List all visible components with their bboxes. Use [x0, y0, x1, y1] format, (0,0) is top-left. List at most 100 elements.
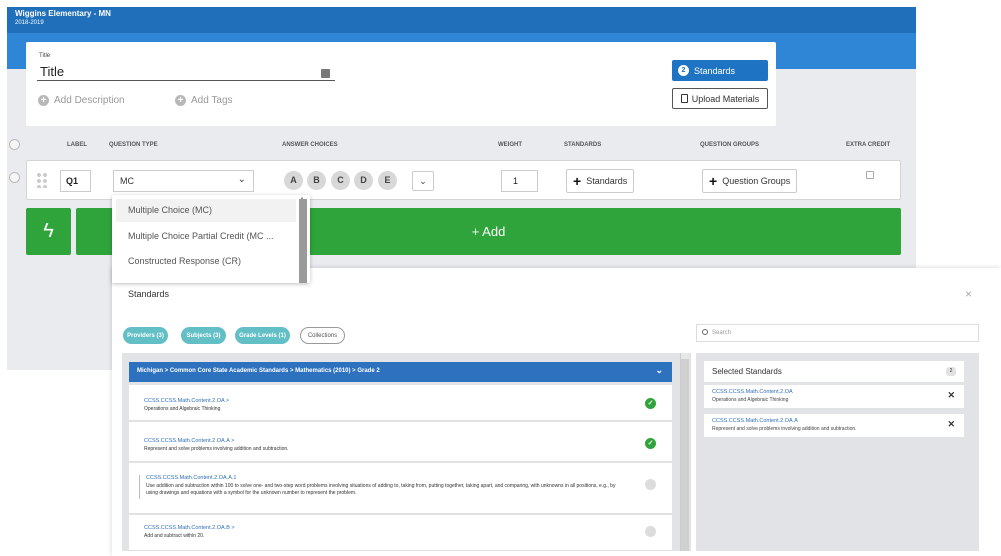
scrollbar-thumb[interactable]	[681, 359, 689, 551]
list-item[interactable]: CCSS.CCSS.Math.Content.2.OA.A > Represen…	[129, 422, 672, 462]
standards-count-badge: 2	[678, 65, 689, 76]
add-description-link[interactable]: + Add Description	[38, 95, 125, 106]
column-header-question-type: QUESTION TYPE	[109, 142, 158, 148]
question-groups-label: Question Groups	[722, 176, 791, 186]
filter-collections[interactable]: Collections	[300, 327, 345, 344]
lightning-icon: ϟ	[43, 220, 54, 242]
question-type-select[interactable]: MC ⌄	[113, 170, 254, 192]
select-all-radio[interactable]	[9, 139, 20, 150]
selected-count-badge: 2	[946, 367, 956, 376]
plus-circle-icon: +	[175, 95, 186, 106]
title-value: Title	[40, 64, 65, 79]
selected-standards-pane: Selected Standards 2 CCSS.CCSS.Math.Cont…	[696, 353, 979, 551]
extra-credit-checkbox[interactable]	[866, 171, 874, 179]
question-type-value: MC	[120, 176, 134, 186]
standards-button[interactable]: 2 Standards	[672, 60, 768, 81]
filter-subjects[interactable]: Subjects (3)	[181, 327, 226, 344]
answer-choice-d[interactable]: D	[354, 171, 373, 190]
save-icon[interactable]	[321, 69, 330, 78]
question-groups-button[interactable]: + Question Groups	[702, 169, 798, 193]
option-multiple-choice[interactable]: Multiple Choice (MC)	[116, 199, 296, 222]
filter-providers[interactable]: Providers (3)	[123, 327, 168, 344]
column-header-question-groups: QUESTION GROUPS	[700, 142, 760, 148]
selected-standard-description: Operations and Algebraic Thinking	[712, 397, 789, 403]
list-item[interactable]: CCSS.CCSS.Math.Content.2.OA > Operations…	[129, 385, 672, 421]
document-icon	[680, 94, 688, 103]
standard-code[interactable]: CCSS.CCSS.Math.Content.2.OA >	[144, 398, 229, 404]
selected-standard-code[interactable]: CCSS.CCSS.Math.Content.2.OA.A	[712, 418, 798, 424]
standards-modal: Standards × Providers (3) Subjects (3) G…	[112, 268, 1001, 556]
selected-standards-title: Selected Standards	[712, 367, 782, 376]
chevron-down-icon: ⌄	[655, 365, 663, 375]
answer-choices-dropdown[interactable]: ⌄	[412, 171, 434, 191]
selected-check-icon[interactable]: ✓	[645, 438, 656, 449]
plus-circle-icon: +	[38, 95, 49, 106]
question-standards-label: Standards	[586, 176, 628, 186]
question-label-input[interactable]: Q1	[60, 170, 91, 192]
list-item[interactable]: CCSS.CCSS.Math.Content.2.OA.B > Add and …	[129, 515, 672, 551]
unselected-check-icon[interactable]	[645, 526, 656, 537]
column-header-answer-choices: ANSWER CHOICES	[282, 142, 338, 148]
top-bar: Wiggins Elementary - MN 2018-2019	[7, 7, 916, 33]
question-type-dropdown: Multiple Choice (MC) Multiple Choice Par…	[112, 195, 310, 283]
chevron-down-icon: ⌄	[419, 176, 427, 186]
quick-add-button[interactable]: ϟ	[26, 208, 71, 255]
column-header-weight: WEIGHT	[498, 142, 522, 148]
title-label: Title	[39, 53, 51, 59]
search-icon	[702, 329, 708, 335]
upload-button-label: Upload Materials	[691, 93, 760, 104]
dropdown-scrollbar[interactable]	[299, 199, 307, 283]
option-multiple-choice-partial-credit[interactable]: Multiple Choice Partial Credit (MC ...	[128, 231, 274, 241]
standards-list-pane: Michigan > Common Core State Academic St…	[122, 353, 691, 551]
answer-choice-c[interactable]: C	[331, 171, 350, 190]
list-item[interactable]: CCSS.CCSS.Math.Content.2.OA.A.1 Use addi…	[129, 463, 672, 514]
column-header-label: LABEL	[67, 142, 87, 148]
answer-choice-e[interactable]: E	[378, 171, 397, 190]
upload-materials-button[interactable]: Upload Materials	[672, 88, 768, 109]
plus-icon: +	[709, 173, 718, 189]
answer-choice-a[interactable]: A	[284, 171, 303, 190]
question-standards-button[interactable]: + Standards	[566, 169, 635, 193]
weight-input[interactable]: 1	[501, 170, 538, 192]
standard-code: CCSS.CCSS.Math.Content.2.OA.A.1	[146, 475, 237, 481]
drag-handle-icon[interactable]	[36, 172, 48, 188]
column-header-extra-credit: EXTRA CREDIT	[846, 142, 891, 148]
selected-standard-code[interactable]: CCSS.CCSS.Math.Content.2.OA	[712, 389, 793, 395]
add-description-label: Add Description	[54, 95, 125, 106]
close-icon[interactable]: ×	[965, 287, 972, 301]
school-name: Wiggins Elementary - MN	[15, 9, 111, 18]
answer-choice-b[interactable]: B	[307, 171, 326, 190]
standard-description: Use addition and subtraction within 100 …	[146, 483, 616, 496]
question-row: Q1 MC ⌄ A B C D E ⌄ 1 + Standards + Ques…	[26, 160, 901, 200]
add-tags-label: Add Tags	[191, 95, 233, 106]
title-input[interactable]: Title	[37, 61, 335, 81]
modal-title: Standards	[128, 289, 170, 299]
standard-code[interactable]: CCSS.CCSS.Math.Content.2.OA.B >	[144, 525, 235, 531]
standards-button-label: Standards	[694, 65, 736, 76]
list-scrollbar[interactable]	[680, 353, 689, 551]
chevron-down-icon: ⌄	[237, 174, 246, 185]
remove-icon[interactable]: ✕	[947, 419, 955, 430]
standards-search-input[interactable]: Search	[696, 324, 979, 342]
standard-description: Represent and solve problems involving a…	[144, 446, 289, 452]
filter-grade-levels[interactable]: Grade Levels (1)	[235, 327, 290, 344]
column-header-standards: STANDARDS	[564, 142, 602, 148]
plus-icon: +	[573, 173, 582, 189]
standard-code[interactable]: CCSS.CCSS.Math.Content.2.OA.A >	[144, 438, 234, 444]
selected-check-icon[interactable]: ✓	[645, 398, 656, 409]
breadcrumb-text: Michigan > Common Core State Academic St…	[137, 368, 380, 374]
breadcrumb[interactable]: Michigan > Common Core State Academic St…	[129, 362, 672, 382]
standard-description: Add and subtract within 20.	[144, 533, 205, 539]
school-year: 2018-2019	[15, 20, 44, 26]
option-constructed-response[interactable]: Constructed Response (CR)	[128, 256, 241, 266]
question-select-radio[interactable]	[9, 172, 20, 183]
standard-description: Operations and Algebraic Thinking	[144, 406, 221, 412]
selected-standard-item: CCSS.CCSS.Math.Content.2.OA.A Represent …	[704, 414, 964, 437]
add-tags-link[interactable]: + Add Tags	[175, 95, 233, 106]
remove-icon[interactable]: ✕	[947, 390, 955, 401]
search-placeholder: Search	[712, 330, 732, 336]
selected-standards-header: Selected Standards 2	[704, 361, 964, 382]
indent-line	[139, 475, 140, 499]
selected-standard-item: CCSS.CCSS.Math.Content.2.OA Operations a…	[704, 385, 964, 408]
unselected-check-icon[interactable]	[645, 479, 656, 490]
